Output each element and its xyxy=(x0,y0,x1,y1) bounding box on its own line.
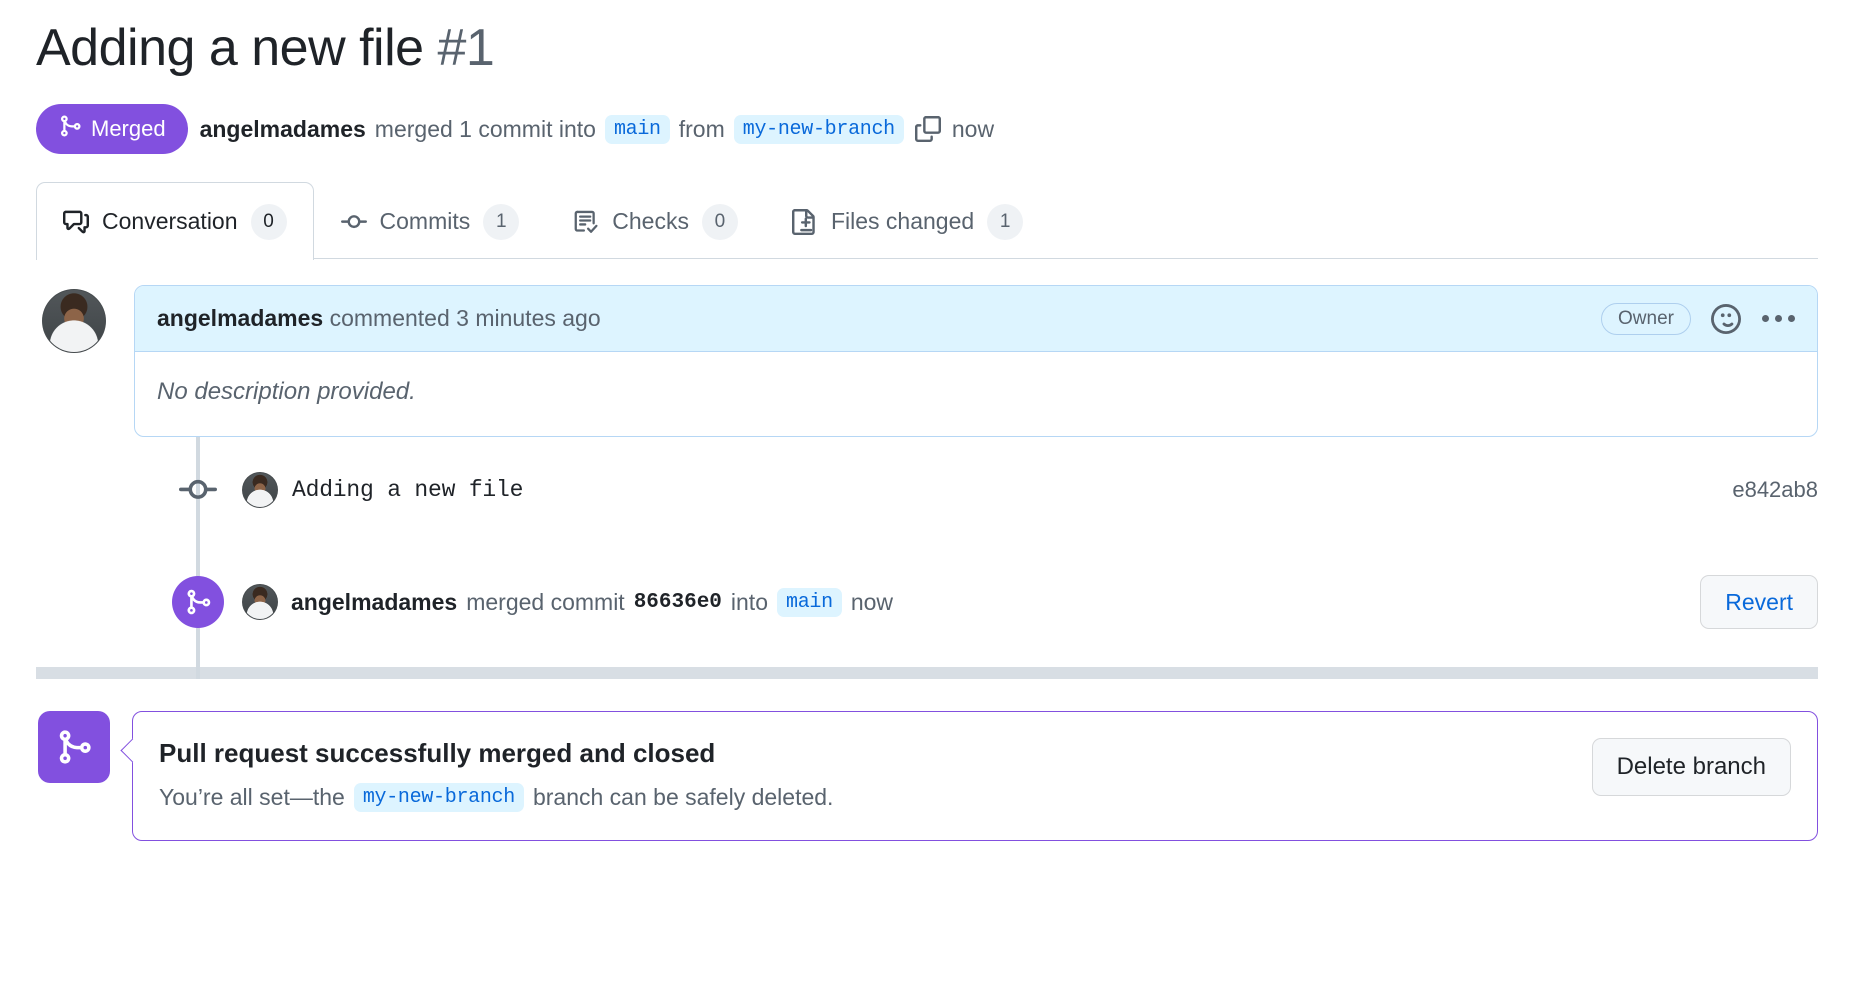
comment-thread: angelmadames commented 3 minutes ago Own… xyxy=(36,285,1818,437)
comment-card: angelmadames commented 3 minutes ago Own… xyxy=(134,285,1818,437)
commit-info: Adding a new file xyxy=(242,472,523,508)
tab-files-changed[interactable]: Files changed 1 xyxy=(765,182,1050,260)
merge-summary-text: merged 1 commit into xyxy=(374,115,596,142)
merge-author[interactable]: angelmadames xyxy=(200,116,366,143)
tab-counter: 0 xyxy=(250,203,287,240)
status-badge-label: Merged xyxy=(91,116,166,141)
timeline-commit-event: Adding a new file e842ab8 xyxy=(36,459,1818,521)
git-commit-icon xyxy=(340,209,367,235)
timeline: angelmadames commented 3 minutes ago Own… xyxy=(36,285,1818,679)
git-merge-icon xyxy=(58,114,82,144)
tab-counter: 1 xyxy=(483,203,520,240)
avatar[interactable] xyxy=(42,289,106,353)
merged-message-box: Pull request successfully merged and clo… xyxy=(132,711,1818,841)
tab-conversation[interactable]: Conversation 0 xyxy=(36,182,314,260)
merge-info: angelmadames merged commit 86636e0 into … xyxy=(242,584,893,620)
merged-banner: Pull request successfully merged and clo… xyxy=(36,711,1818,841)
merge-event-action: merged commit xyxy=(466,588,625,615)
revert-button[interactable]: Revert xyxy=(1700,575,1818,629)
pull-request-page: Adding a new file #1 Merged angelmadames… xyxy=(0,0,1854,984)
copy-icon[interactable] xyxy=(913,114,943,144)
role-badge: Owner xyxy=(1601,302,1691,335)
merge-description: angelmadames merged commit 86636e0 into … xyxy=(291,587,894,617)
horizontal-scrollbar[interactable] xyxy=(36,667,1818,679)
tab-label: Files changed xyxy=(830,208,975,234)
comment-discussion-icon xyxy=(63,209,89,235)
pr-meta-row: Merged angelmadames merged 1 commit into… xyxy=(36,103,1818,155)
comment-byline: angelmadames commented 3 minutes ago xyxy=(157,305,601,332)
pr-number: #1 xyxy=(437,19,495,77)
merged-description-prefix: You’re all set—the xyxy=(159,784,345,810)
head-branch-chip[interactable]: my-new-branch xyxy=(733,114,904,144)
merge-summary: angelmadames merged 1 commit into main f… xyxy=(200,114,995,144)
git-commit-node-icon xyxy=(176,459,220,521)
merged-description: You’re all set—the my-new-branch branch … xyxy=(159,783,833,812)
timeline-merge-event: angelmadames merged commit 86636e0 into … xyxy=(36,567,1818,637)
into-label: into xyxy=(730,588,768,615)
avatar[interactable] xyxy=(242,584,278,620)
merge-commit-sha[interactable]: 86636e0 xyxy=(634,591,722,614)
comment-body: No description provided. xyxy=(157,378,416,405)
comment-action: commented 3 minutes ago xyxy=(329,305,601,331)
merge-event-author[interactable]: angelmadames xyxy=(291,589,457,616)
git-merge-icon xyxy=(38,711,110,783)
delete-branch-button[interactable]: Delete branch xyxy=(1591,738,1791,796)
comment-actions: Owner xyxy=(1601,302,1795,336)
tab-commits[interactable]: Commits 1 xyxy=(314,182,547,260)
merged-title: Pull request successfully merged and clo… xyxy=(159,738,716,768)
merge-time: now xyxy=(951,115,995,142)
comment-header: angelmadames commented 3 minutes ago Own… xyxy=(135,286,1817,352)
git-merge-icon xyxy=(172,576,224,628)
merged-description-suffix: branch can be safely deleted. xyxy=(532,784,834,810)
page-title: Adding a new file #1 xyxy=(36,0,1818,81)
tab-checks[interactable]: Checks 0 xyxy=(546,182,765,260)
tab-counter: 1 xyxy=(987,203,1024,240)
merge-event-time: now xyxy=(850,588,894,615)
pr-title-text: Adding a new file xyxy=(36,19,424,77)
avatar[interactable] xyxy=(242,472,278,508)
tab-label: Conversation xyxy=(102,208,238,234)
merged-text-group: Pull request successfully merged and clo… xyxy=(159,738,833,812)
checklist-check-icon xyxy=(573,209,599,235)
kebab-horizontal-icon[interactable] xyxy=(1761,302,1795,336)
from-label: from xyxy=(678,115,725,142)
status-badge: Merged xyxy=(36,104,188,154)
base-branch-chip[interactable]: main xyxy=(604,114,670,144)
deletable-branch-chip: my-new-branch xyxy=(353,783,524,812)
comment-author[interactable]: angelmadames xyxy=(157,305,323,331)
tab-label: Commits xyxy=(379,208,471,234)
pr-tabs: Conversation 0 Commits 1 Checks 0 Files … xyxy=(36,181,1818,260)
tab-counter: 0 xyxy=(701,203,738,240)
smiley-icon[interactable] xyxy=(1709,302,1743,336)
file-diff-icon xyxy=(791,208,818,235)
commit-sha[interactable]: e842ab8 xyxy=(1732,477,1818,503)
commit-message[interactable]: Adding a new file xyxy=(292,477,523,503)
tab-label: Checks xyxy=(612,208,689,234)
merge-target-branch-chip[interactable]: main xyxy=(777,587,842,617)
